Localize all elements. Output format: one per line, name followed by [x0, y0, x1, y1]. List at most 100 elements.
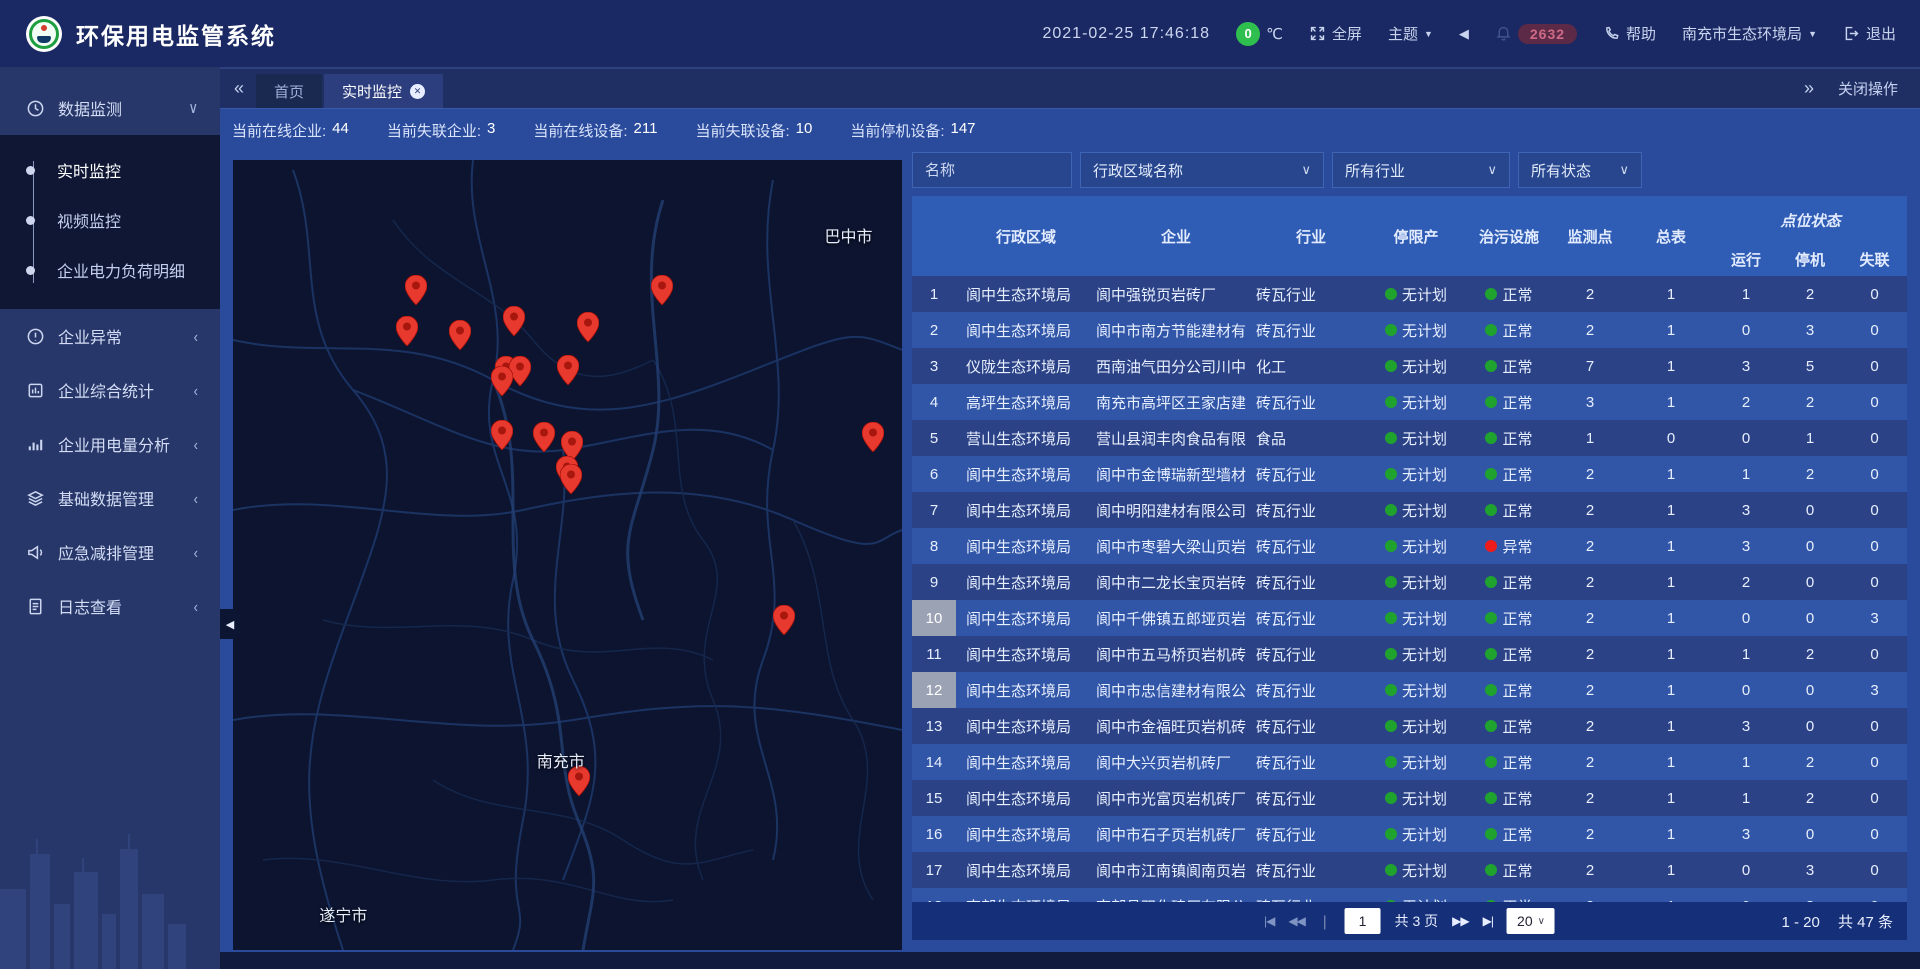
- map-pin[interactable]: [449, 320, 471, 350]
- sidebar-collapse-handle[interactable]: ◀: [220, 609, 240, 639]
- stat-item: 当前在线企业:44: [232, 120, 349, 141]
- map-pin[interactable]: [405, 275, 427, 305]
- tabs-scroll-right-icon[interactable]: »: [1804, 78, 1812, 99]
- logout-button[interactable]: 退出: [1843, 23, 1896, 44]
- cell-run-count: 3: [1714, 538, 1778, 555]
- table-row[interactable]: 14阆中生态环境局阆中大兴页岩机砖厂砖瓦行业无计划正常21120: [912, 744, 1907, 780]
- map-pin-icon: [449, 320, 471, 350]
- page-number-input[interactable]: [1345, 908, 1381, 934]
- stat-value: 44: [332, 120, 349, 141]
- row-index-cell: 12: [912, 672, 956, 708]
- map-pin[interactable]: [577, 312, 599, 342]
- table-row[interactable]: 2阆中生态环境局阆中市南方节能建材有砖瓦行业无计划正常21030: [912, 312, 1907, 348]
- map-pin[interactable]: [651, 275, 673, 305]
- tabs-scroll-left-icon[interactable]: «: [234, 78, 242, 99]
- status-dot-icon: [1385, 396, 1397, 408]
- map-pin[interactable]: [560, 464, 582, 494]
- sidebar-item-应急减排管理[interactable]: 应急减排管理 ‹: [0, 525, 220, 579]
- notifications[interactable]: 2632: [1495, 24, 1577, 44]
- sidebar-subitem-实时监控[interactable]: 实时监控: [0, 145, 220, 195]
- map[interactable]: 巴中市南充市遂宁市: [233, 160, 902, 950]
- cell-halt-count: 3: [1778, 322, 1842, 339]
- mute-button[interactable]: ◀: [1459, 26, 1469, 42]
- datetime: 2021-02-25 17:46:18: [1042, 25, 1210, 43]
- table-row[interactable]: 11阆中生态环境局阆中市五马桥页岩机砖砖瓦行业无计划正常21120: [912, 636, 1907, 672]
- stats-icon: [26, 381, 45, 400]
- first-page-icon[interactable]: |◀: [1264, 914, 1274, 928]
- table-row[interactable]: 17阆中生态环境局阆中市江南镇阆南页岩砖瓦行业无计划正常21030: [912, 852, 1907, 888]
- table-row[interactable]: 18南部生态环境局南部县双化砖厂有限公砖瓦行业无计划正常21030: [912, 888, 1907, 902]
- status-dot-icon: [1485, 756, 1497, 768]
- sidebar-item-企业综合统计[interactable]: 企业综合统计 ‹: [0, 363, 220, 417]
- last-page-icon[interactable]: ▶|: [1483, 914, 1493, 928]
- table-row[interactable]: 4高坪生态环境局南充市高坪区王家店建砖瓦行业无计划正常31220: [912, 384, 1907, 420]
- tab-realtime-monitor[interactable]: 实时监控 ✕: [324, 74, 443, 108]
- help-button[interactable]: 帮助: [1603, 23, 1656, 44]
- user-org-menu[interactable]: 南充市生态环境局▼: [1682, 23, 1817, 44]
- sidebar: 数据监测 ∨ 实时监控 视频监控 企业电力负荷明细 企业异常 ‹ 企业综合统计 …: [0, 67, 220, 969]
- sidebar-item-基础数据管理[interactable]: 基础数据管理 ‹: [0, 471, 220, 525]
- map-pin[interactable]: [491, 420, 513, 450]
- sidebar-item-企业用电量分析[interactable]: 企业用电量分析 ‹: [0, 417, 220, 471]
- map-pin-icon: [773, 605, 795, 635]
- pagination-bar: |◀ ◀◀ ❘ 共 3 页 ▶▶ ▶| 20∨ 1 - 2: [912, 902, 1907, 940]
- table-row[interactable]: 13阆中生态环境局阆中市金福旺页岩机砖砖瓦行业无计划正常21300: [912, 708, 1907, 744]
- table-row[interactable]: 15阆中生态环境局阆中市光富页岩机砖厂砖瓦行业无计划正常21120: [912, 780, 1907, 816]
- cell-halt-count: 1: [1778, 430, 1842, 447]
- content: 当前在线企业:44当前失联企业:3当前在线设备:211当前失联设备:10当前停机…: [220, 108, 1920, 969]
- sidebar-item-label: 企业异常: [58, 324, 181, 348]
- fullscreen-button[interactable]: 全屏: [1309, 23, 1362, 44]
- logout-icon: [1843, 25, 1860, 42]
- map-pin[interactable]: [503, 306, 525, 336]
- layers-icon: [26, 489, 45, 508]
- cell-halt-count: 2: [1778, 466, 1842, 483]
- tab-home[interactable]: 首页: [256, 74, 322, 108]
- status-dot-icon: [1385, 324, 1397, 336]
- temperature-badge: 0: [1236, 22, 1260, 46]
- table-row[interactable]: 9阆中生态环境局阆中市二龙长宝页岩砖砖瓦行业无计划正常21200: [912, 564, 1907, 600]
- table-row[interactable]: 1阆中生态环境局阆中强锐页岩砖厂砖瓦行业无计划正常21120: [912, 276, 1907, 312]
- close-tab-icon[interactable]: ✕: [410, 84, 425, 99]
- close-operations-menu[interactable]: 关闭操作: [1838, 78, 1898, 99]
- name-filter-input[interactable]: [925, 162, 1059, 179]
- table-row[interactable]: 6阆中生态环境局阆中市金博瑞新型墙材砖瓦行业无计划正常21120: [912, 456, 1907, 492]
- sidebar-menu: 数据监测 ∨ 实时监控 视频监控 企业电力负荷明细 企业异常 ‹ 企业综合统计 …: [0, 67, 220, 633]
- cell-halt-count: 5: [1778, 358, 1842, 375]
- table-row[interactable]: 12阆中生态环境局阆中市忠信建材有限公砖瓦行业无计划正常21003: [912, 672, 1907, 708]
- map-pin[interactable]: [396, 316, 418, 346]
- industry-filter-select[interactable]: 所有行业∨: [1332, 152, 1510, 188]
- table-row[interactable]: 10阆中生态环境局阆中千佛镇五郎垭页岩砖瓦行业无计划正常21003: [912, 600, 1907, 636]
- cell-meter-count: 1: [1628, 646, 1714, 663]
- cell-stop-status: 无计划: [1366, 392, 1466, 413]
- row-number: 7: [912, 492, 956, 528]
- map-pin[interactable]: [773, 605, 795, 635]
- chevron-down-icon: ∨: [1619, 162, 1629, 178]
- map-pin[interactable]: [491, 366, 513, 396]
- table-row[interactable]: 5营山生态环境局营山县润丰肉食品有限食品无计划正常10010: [912, 420, 1907, 456]
- cell-company: 阆中大兴页岩机砖厂: [1096, 752, 1256, 773]
- prev-page-icon[interactable]: ◀◀: [1288, 914, 1304, 928]
- table-row[interactable]: 7阆中生态环境局阆中明阳建材有限公司砖瓦行业无计划正常21300: [912, 492, 1907, 528]
- map-pin[interactable]: [533, 422, 555, 452]
- sidebar-item-企业异常[interactable]: 企业异常 ‹: [0, 309, 220, 363]
- temperature-unit: ℃: [1266, 25, 1283, 43]
- sidebar-subitem-企业电力负荷明细[interactable]: 企业电力负荷明细: [0, 245, 220, 295]
- map-pin[interactable]: [557, 355, 579, 385]
- sidebar-item-数据监测[interactable]: 数据监测 ∨: [0, 81, 220, 135]
- next-page-icon[interactable]: ▶▶: [1452, 914, 1468, 928]
- sidebar-subitem-视频监控[interactable]: 视频监控: [0, 195, 220, 245]
- total-pages-label: 共 3 页: [1395, 911, 1439, 931]
- table-row[interactable]: 8阆中生态环境局阆中市枣碧大梁山页岩砖瓦行业无计划异常21300: [912, 528, 1907, 564]
- page-size-select[interactable]: 20∨: [1507, 908, 1555, 934]
- table-row[interactable]: 16阆中生态环境局阆中市石子页岩机砖厂砖瓦行业无计划正常21300: [912, 816, 1907, 852]
- stat-item: 当前在线设备:211: [533, 120, 657, 141]
- sidebar-item-label: 基础数据管理: [58, 486, 181, 510]
- region-filter-select[interactable]: 行政区域名称∨: [1080, 152, 1324, 188]
- status-dot-icon: [1485, 612, 1497, 624]
- sidebar-item-日志查看[interactable]: 日志查看 ‹: [0, 579, 220, 633]
- status-filter-select[interactable]: 所有状态∨: [1518, 152, 1642, 188]
- map-pin[interactable]: [862, 422, 884, 452]
- row-number: 15: [912, 780, 956, 816]
- theme-menu[interactable]: 主题▼: [1388, 23, 1433, 44]
- table-row[interactable]: 3仪陇生态环境局西南油气田分公司川中化工无计划正常71350: [912, 348, 1907, 384]
